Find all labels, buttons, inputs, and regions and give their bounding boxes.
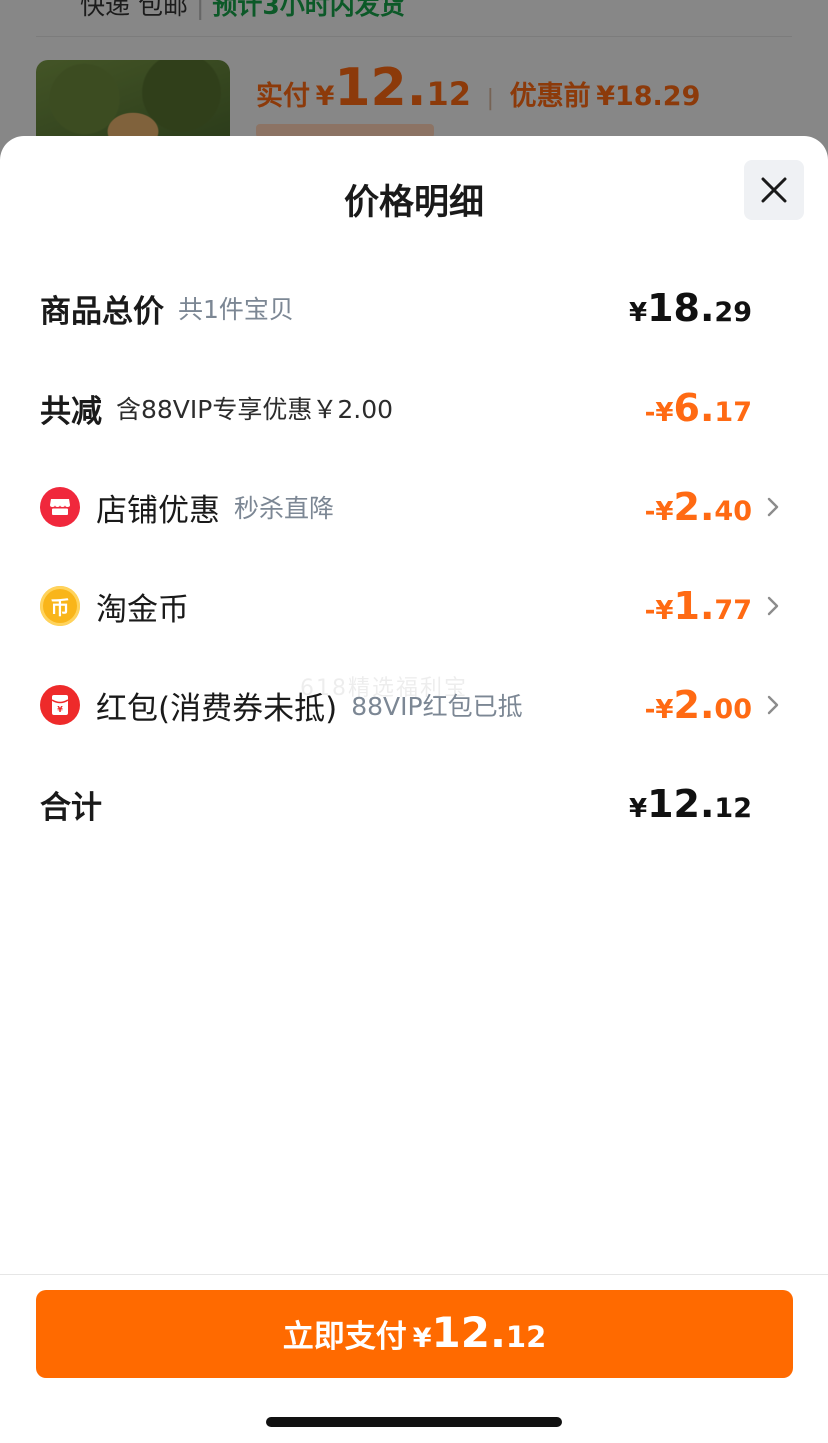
- store-discount-amount: -¥ 2. 40: [645, 485, 752, 529]
- row-total-discount: 共减 含88VIP专享优惠￥2.00 -¥ 6. 17: [40, 378, 780, 438]
- home-indicator[interactable]: [266, 1417, 562, 1427]
- chevron-right-icon: [754, 595, 780, 617]
- red-packet-label: 红包(消费券未抵): [96, 690, 338, 727]
- currency-symbol: -¥: [644, 398, 674, 428]
- currency-symbol: -¥: [644, 695, 674, 725]
- sum-amount: ¥12. 12: [629, 782, 752, 826]
- amount-dec: 40: [714, 496, 752, 527]
- amount-dec: 17: [714, 397, 752, 428]
- svg-text:¥: ¥: [57, 705, 63, 714]
- row-store-discount[interactable]: 店铺优惠 秒杀直降 -¥ 2. 40: [40, 477, 780, 537]
- total-discount-label: 共减: [40, 393, 102, 430]
- chevron-right-icon: [754, 694, 780, 716]
- amount-dec: 77: [714, 595, 752, 626]
- tao-coins-label: 淘金币: [96, 591, 189, 628]
- coin-glyph: 币: [50, 596, 70, 619]
- close-button[interactable]: [744, 160, 804, 220]
- amount-int: 2.: [673, 683, 715, 727]
- total-discount-note: 含88VIP专享优惠￥2.00: [116, 395, 394, 424]
- tao-coins-amount: -¥ 1. 77: [645, 584, 752, 628]
- red-packet-amount-wrap: -¥ 2. 00: [645, 683, 780, 727]
- amount-int: 2.: [673, 485, 715, 529]
- currency-symbol: ¥: [629, 794, 648, 824]
- goods-total-amount-wrap: ¥18. 29: [629, 286, 780, 330]
- store-icon: [40, 487, 80, 527]
- red-packet-amount: -¥ 2. 00: [645, 683, 752, 727]
- pay-now-button[interactable]: 立即支付 ¥12. 12: [36, 1290, 793, 1378]
- price-detail-sheet: 价格明细 商品总价 共1件宝贝 ¥18. 29 共减 含88VIP专享优惠￥2.0…: [0, 136, 828, 1443]
- pay-amount-int: 12.: [431, 1308, 506, 1357]
- goods-total-count: 共1件宝贝: [178, 295, 294, 324]
- row-goods-total: 商品总价 共1件宝贝 ¥18. 29: [40, 278, 780, 338]
- pay-amount-dec: 12: [505, 1320, 547, 1354]
- amount-int: 18.: [647, 286, 715, 330]
- chevron-right-icon: [754, 496, 780, 518]
- store-discount-amount-wrap: -¥ 2. 40: [645, 485, 780, 529]
- total-discount-amount: -¥ 6. 17: [645, 386, 752, 430]
- checkout-page: 快递 包邮 | 预计3小时内发货 实付 ¥12.12 | 优惠前 ¥18.29 价格…: [0, 0, 828, 1443]
- store-discount-note: 秒杀直降: [234, 494, 335, 523]
- pay-currency: ¥: [412, 1323, 432, 1354]
- row-red-packet[interactable]: ¥ 红包(消费券未抵) 88VIP红包已抵 -¥ 2. 00: [40, 675, 780, 735]
- goods-total-amount: ¥18. 29: [629, 286, 752, 330]
- total-discount-amount-wrap: -¥ 6. 17: [645, 386, 780, 430]
- red-packet-note: 88VIP红包已抵: [351, 692, 523, 721]
- tao-coins-amount-wrap: -¥ 1. 77: [645, 584, 780, 628]
- currency-symbol: ¥: [629, 298, 648, 328]
- amount-dec: 00: [714, 694, 752, 725]
- pay-now-label: 立即支付: [282, 1319, 407, 1355]
- footer-divider: [0, 1274, 828, 1275]
- sum-label: 合计: [40, 789, 102, 826]
- goods-total-label: 商品总价: [40, 293, 164, 330]
- close-icon: [761, 177, 787, 203]
- currency-symbol: -¥: [644, 497, 674, 527]
- row-tao-coins[interactable]: 币 淘金币 -¥ 1. 77: [40, 576, 780, 636]
- sheet-title: 价格明细: [343, 183, 484, 223]
- red-packet-icon: ¥: [40, 685, 80, 725]
- amount-int: 1.: [673, 584, 715, 628]
- coin-icon: 币: [40, 586, 80, 626]
- currency-symbol: -¥: [644, 596, 674, 626]
- amount-dec: 29: [714, 297, 752, 328]
- store-discount-label: 店铺优惠: [96, 492, 220, 529]
- sum-amount-wrap: ¥12. 12: [629, 782, 780, 826]
- amount-int: 12.: [647, 782, 715, 826]
- amount-int: 6.: [673, 386, 715, 430]
- amount-dec: 12: [714, 793, 752, 824]
- row-sum: 合计 ¥12. 12: [40, 774, 780, 834]
